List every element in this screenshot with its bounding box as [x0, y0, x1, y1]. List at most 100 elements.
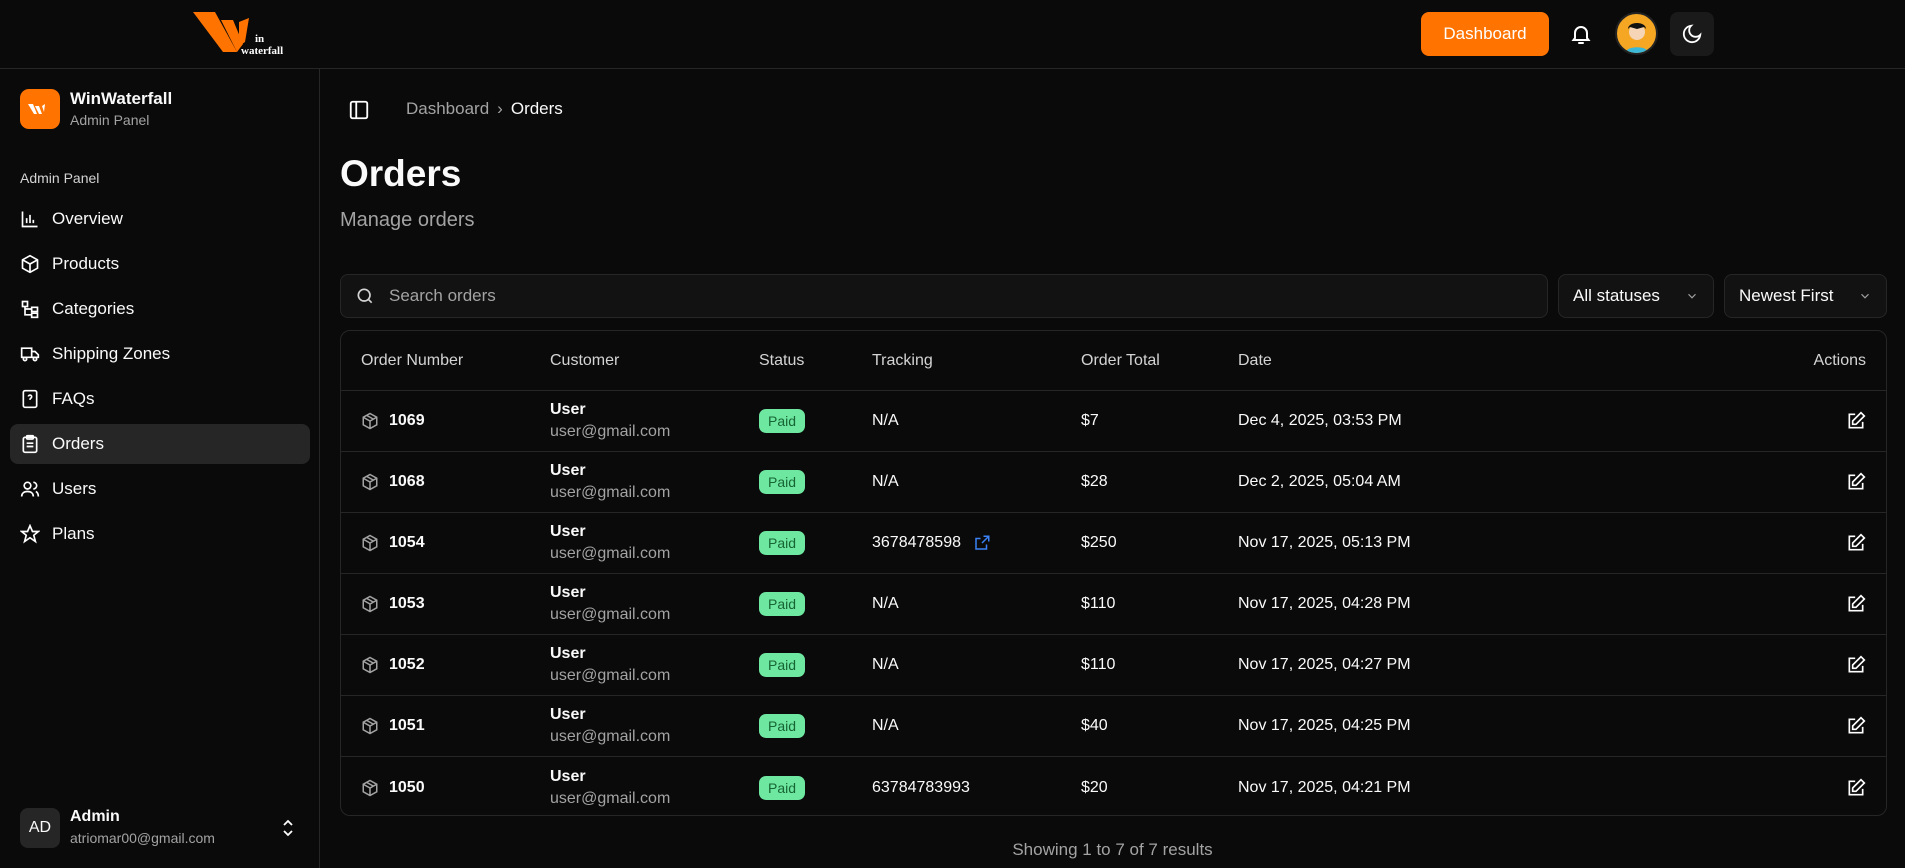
sort-select[interactable]: Newest First: [1724, 274, 1887, 318]
package-icon: [362, 534, 378, 552]
edit-button[interactable]: [1846, 757, 1866, 815]
customer-email: user@gmail.com: [550, 545, 671, 562]
sidebar-item-label: Products: [52, 254, 120, 273]
svg-text:waterfall: waterfall: [241, 45, 283, 56]
table-row[interactable]: 1054 User user@gmail.com Paid 3678478598 …: [341, 513, 1886, 574]
sidebar-nav: Overview Products Categories Shipping Zo…: [10, 199, 310, 559]
status-cell: Paid: [759, 574, 806, 634]
sidebar-item-label: Shipping Zones: [52, 344, 171, 363]
header-date: Date: [1238, 351, 1272, 369]
table-row[interactable]: 1052 User user@gmail.com Paid N/A $110 No…: [341, 635, 1886, 696]
sidebar-item-orders[interactable]: Orders: [10, 424, 310, 464]
sidebar-item-faqs[interactable]: FAQs: [10, 379, 310, 419]
order-total: $110: [1081, 595, 1116, 612]
winwaterfall-logo[interactable]: in waterfall: [193, 12, 305, 56]
order-number: 1050: [389, 778, 425, 796]
external-link-icon[interactable]: [973, 534, 991, 552]
customer-cell: User user@gmail.com: [550, 391, 670, 451]
status-cell: Paid: [759, 757, 806, 815]
table-row[interactable]: 1053 User user@gmail.com Paid N/A $110 No…: [341, 574, 1886, 635]
customer-cell: User user@gmail.com: [550, 635, 670, 695]
order-total: $28: [1081, 473, 1108, 490]
order-number-cell[interactable]: 1053: [361, 574, 425, 634]
order-number-cell[interactable]: 1069: [361, 391, 425, 451]
header-tracking: Tracking: [872, 351, 933, 369]
package-icon: [362, 717, 378, 735]
table-row[interactable]: 1051 User user@gmail.com Paid N/A $40 Nov…: [341, 696, 1886, 757]
tracking-cell: N/A: [872, 696, 899, 756]
package-icon: [362, 656, 378, 674]
edit-icon: [1848, 777, 1866, 795]
order-number: 1052: [389, 656, 425, 673]
user-avatar: AD: [20, 808, 60, 848]
edit-button[interactable]: [1846, 452, 1866, 512]
search-icon: [357, 288, 373, 304]
edit-icon: [1848, 411, 1866, 429]
bell-icon[interactable]: [1569, 22, 1593, 46]
sidebar-item-plans[interactable]: Plans: [10, 514, 310, 554]
status-badge: Paid: [759, 714, 806, 738]
chart-icon: [21, 211, 38, 228]
breadcrumb-dashboard[interactable]: Dashboard: [406, 99, 489, 119]
status-badge: Paid: [759, 531, 806, 555]
avatar[interactable]: [1615, 12, 1658, 55]
order-date: Dec 2, 2025, 05:04 AM: [1238, 473, 1401, 490]
section-label: Admin Panel: [20, 170, 100, 186]
edit-button[interactable]: [1846, 635, 1866, 695]
tracking-number: N/A: [872, 717, 899, 734]
customer-email: user@gmail.com: [550, 484, 671, 501]
edit-icon: [1848, 716, 1866, 734]
user-menu[interactable]: AD Admin atriomar00@gmail.com: [20, 808, 300, 850]
edit-button[interactable]: [1846, 696, 1866, 756]
order-number-cell[interactable]: 1068: [361, 452, 425, 512]
customer-email: user@gmail.com: [550, 789, 671, 807]
customer-name: User: [550, 767, 586, 785]
table-row[interactable]: 1050 User user@gmail.com Paid 63784783993…: [341, 757, 1886, 815]
table-row[interactable]: 1069 User user@gmail.com Paid N/A $7 Dec …: [341, 391, 1886, 452]
star-icon: [20, 524, 40, 544]
sidebar-item-users[interactable]: Users: [10, 469, 310, 509]
order-total: $20: [1081, 778, 1108, 796]
tracking-cell: N/A: [872, 635, 899, 695]
sidebar-item-label: Plans: [52, 524, 95, 543]
user-name: Admin: [70, 808, 120, 825]
edit-button[interactable]: [1846, 391, 1866, 451]
dashboard-button[interactable]: Dashboard: [1421, 12, 1549, 56]
customer-cell: User user@gmail.com: [550, 574, 670, 634]
status-filter-select[interactable]: All statuses: [1558, 274, 1714, 318]
edit-button[interactable]: [1846, 513, 1866, 573]
sidebar-item-label: Categories: [52, 299, 135, 318]
table-row[interactable]: 1068 User user@gmail.com Paid N/A $28 Dec…: [341, 452, 1886, 513]
page-subtitle: Manage orders: [340, 209, 475, 231]
edit-button[interactable]: [1846, 574, 1866, 634]
order-number-cell[interactable]: 1051: [361, 696, 425, 756]
status-cell: Paid: [759, 696, 806, 756]
order-number-cell[interactable]: 1050: [361, 757, 425, 815]
order-date: Dec 4, 2025, 03:53 PM: [1238, 412, 1402, 429]
sidebar-toggle-icon[interactable]: [348, 99, 370, 121]
sidebar-item-label: FAQs: [52, 389, 95, 408]
sidebar-item-shipping-zones[interactable]: Shipping Zones: [10, 334, 310, 374]
customer-email: user@gmail.com: [550, 728, 671, 745]
tracking-number: 63784783993: [872, 778, 970, 796]
edit-icon: [1848, 655, 1866, 673]
status-badge: Paid: [759, 470, 806, 494]
edit-icon: [1848, 533, 1866, 551]
customer-name: User: [550, 645, 586, 662]
sidebar-item-categories[interactable]: Categories: [10, 289, 310, 329]
search-input[interactable]: [389, 286, 1489, 306]
package-icon: [362, 473, 378, 491]
sidebar-item-overview[interactable]: Overview: [10, 199, 310, 239]
header-customer: Customer: [550, 351, 620, 369]
order-number-cell[interactable]: 1054: [361, 513, 425, 573]
sidebar-item-label: Users: [52, 479, 97, 498]
customer-email: user@gmail.com: [550, 667, 671, 684]
customer-name: User: [550, 584, 586, 601]
order-number-cell[interactable]: 1052: [361, 635, 425, 695]
order-date: Nov 17, 2025, 04:28 PM: [1238, 595, 1411, 612]
theme-toggle-button[interactable]: [1670, 12, 1714, 56]
order-date: Nov 17, 2025, 04:27 PM: [1238, 656, 1411, 673]
status-cell: Paid: [759, 635, 806, 695]
sidebar-item-products[interactable]: Products: [10, 244, 310, 284]
chevrons-up-down-icon: [283, 819, 293, 837]
